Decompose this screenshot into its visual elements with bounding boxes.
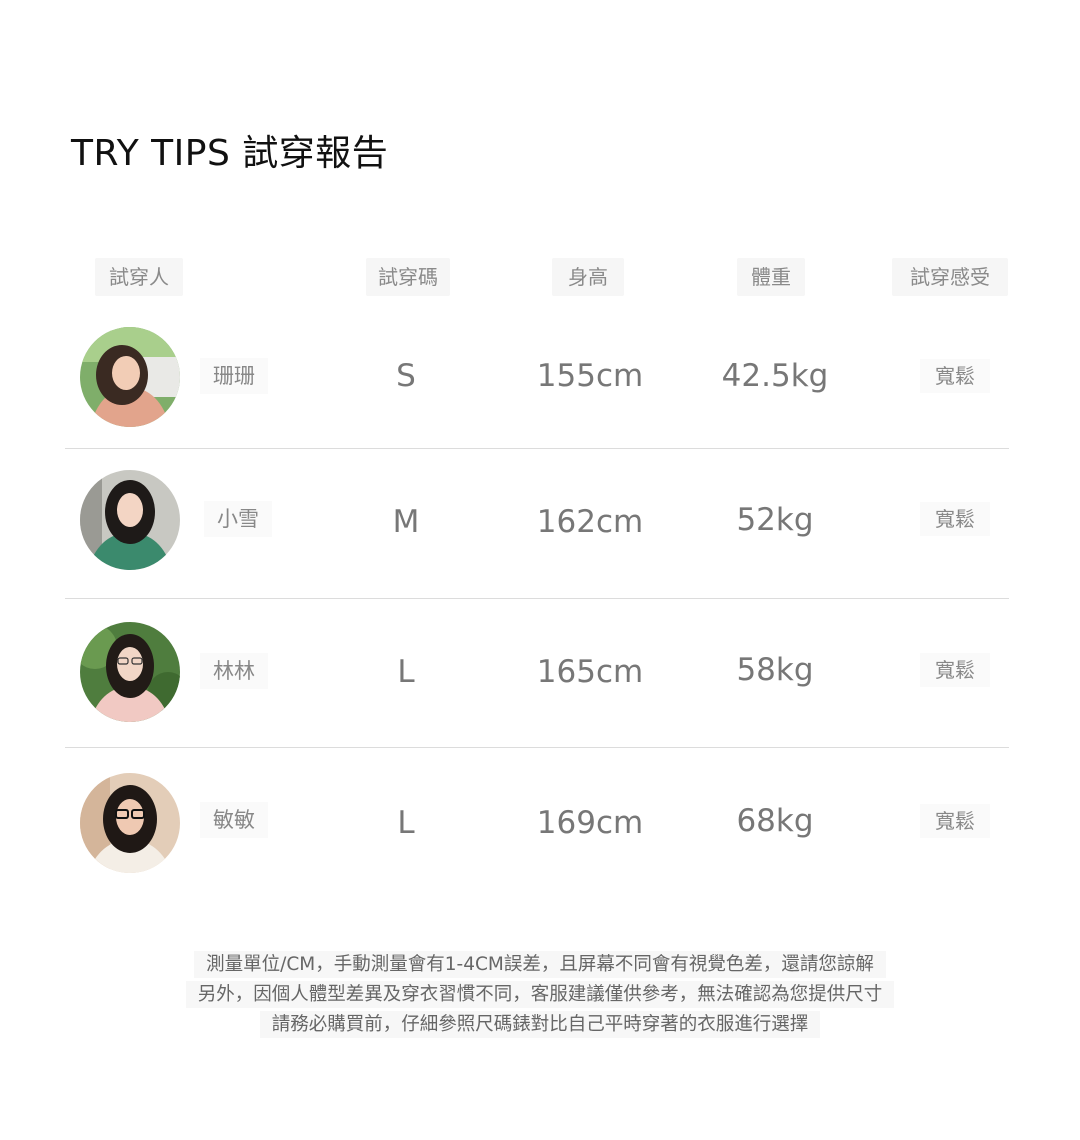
tester-weight: 42.5kg bbox=[721, 358, 829, 394]
tester-name: 敏敏 bbox=[200, 802, 268, 838]
header-weight: 體重 bbox=[737, 258, 805, 296]
tester-name: 林林 bbox=[200, 653, 268, 689]
tester-weight: 68kg bbox=[736, 803, 814, 839]
tester-height: 165cm bbox=[536, 654, 644, 690]
tester-height: 162cm bbox=[536, 504, 644, 540]
table-row: 珊珊 S 155cm 42.5kg 寬鬆 bbox=[0, 300, 1080, 450]
note-text: 另外，因個人體型差異及穿衣習慣不同，客服建議僅供參考，無法確認為您提供尺寸 bbox=[185, 981, 895, 1008]
tester-feel: 寬鬆 bbox=[920, 359, 990, 393]
avatar bbox=[80, 327, 180, 427]
note-line: 測量單位/CM，手動測量會有1-4CM誤差，且屏幕不同會有視覺色差，還請您諒解 bbox=[0, 950, 1080, 978]
avatar bbox=[80, 622, 180, 722]
tester-name: 小雪 bbox=[204, 501, 272, 537]
note-line: 請務必購買前，仔細參照尺碼錶對比自己平時穿著的衣服進行選擇 bbox=[0, 1010, 1080, 1038]
tester-feel: 寬鬆 bbox=[920, 653, 990, 687]
table-row: 小雪 M 162cm 52kg 寬鬆 bbox=[0, 449, 1080, 599]
table-row: 敏敏 L 169cm 68kg 寬鬆 bbox=[0, 748, 1080, 898]
tester-name: 珊珊 bbox=[200, 358, 268, 394]
tester-weight: 58kg bbox=[736, 652, 814, 688]
tester-size: L bbox=[397, 805, 415, 841]
avatar bbox=[80, 773, 180, 873]
tester-feel: 寬鬆 bbox=[920, 804, 990, 838]
tester-size: M bbox=[392, 504, 420, 540]
header-feel: 試穿感受 bbox=[892, 258, 1008, 296]
note-text: 請務必購買前，仔細參照尺碼錶對比自己平時穿著的衣服進行選擇 bbox=[259, 1011, 821, 1038]
note-text: 測量單位/CM，手動測量會有1-4CM誤差，且屏幕不同會有視覺色差，還請您諒解 bbox=[194, 951, 886, 978]
table-row: 林林 L 165cm 58kg 寬鬆 bbox=[0, 599, 1080, 749]
header-size: 試穿碼 bbox=[366, 258, 450, 296]
tester-height: 169cm bbox=[536, 805, 644, 841]
tester-height: 155cm bbox=[536, 358, 644, 394]
tester-size: L bbox=[397, 654, 415, 690]
tester-size: S bbox=[396, 358, 416, 394]
header-person: 試穿人 bbox=[95, 258, 183, 296]
tester-feel: 寬鬆 bbox=[920, 502, 990, 536]
tester-weight: 52kg bbox=[736, 502, 814, 538]
note-line: 另外，因個人體型差異及穿衣習慣不同，客服建議僅供參考，無法確認為您提供尺寸 bbox=[0, 980, 1080, 1008]
page-title: TRY TIPS 試穿報告 bbox=[71, 133, 389, 174]
header-height: 身高 bbox=[552, 258, 624, 296]
avatar bbox=[80, 470, 180, 570]
